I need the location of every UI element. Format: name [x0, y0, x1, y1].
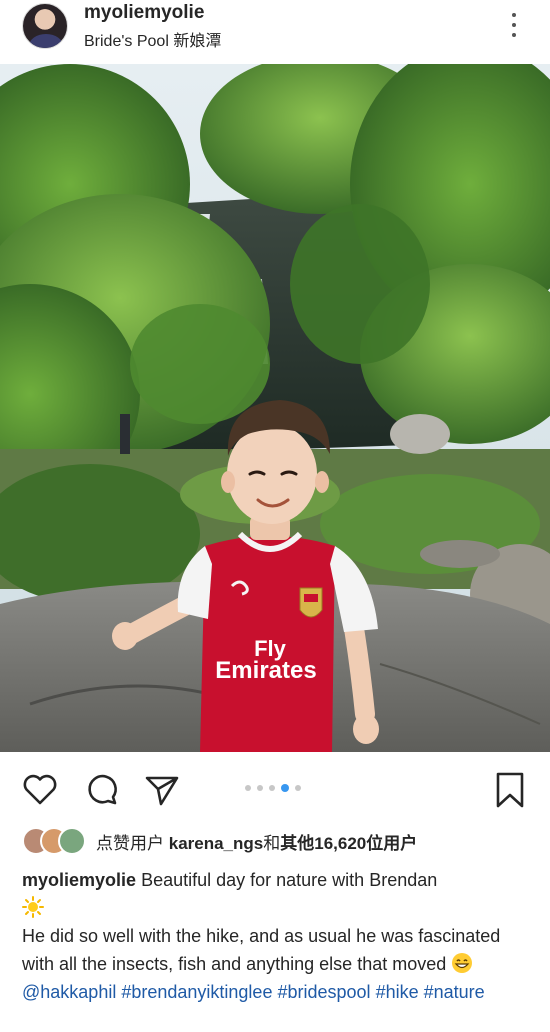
carousel-dot	[269, 785, 275, 791]
likes-others[interactable]: 其他16,620位用户	[280, 834, 417, 853]
caption-text-line2: He did so well with the hike, and as usu…	[22, 926, 501, 974]
carousel-dot	[257, 785, 263, 791]
comment-bubble-icon[interactable]	[82, 770, 122, 810]
likes-prefix: 点赞用户	[96, 833, 169, 853]
heart-icon[interactable]	[20, 770, 60, 810]
carousel-dot-active	[281, 784, 289, 792]
post-location[interactable]: Bride's Pool 新娘潭	[84, 27, 221, 51]
carousel-dot	[245, 785, 251, 791]
avatar[interactable]	[22, 3, 68, 49]
post-username[interactable]: myoliemyolie	[84, 2, 204, 24]
carousel-dot	[295, 785, 301, 791]
likes-row[interactable]: 点赞用户 karena_ngs和其他16,620位用户	[22, 826, 417, 856]
caption-text-line1: Beautiful day for nature with Brendan	[141, 870, 438, 890]
post-photo[interactable]: Fly Emirates	[0, 64, 550, 752]
likes-middle: 和	[263, 833, 281, 853]
caption-username[interactable]: myoliemyolie	[22, 870, 136, 890]
caption-hashtag[interactable]: #brendanyiktinglee	[121, 982, 272, 1002]
post-caption: myoliemyolie Beautiful day for nature wi…	[22, 866, 532, 1006]
sun-emoji-icon	[22, 896, 44, 918]
grinning-emoji-icon	[452, 953, 473, 973]
carousel-indicator	[245, 784, 301, 792]
caption-hashtag[interactable]: #hike	[376, 982, 419, 1002]
caption-hashtag[interactable]: #nature	[424, 982, 485, 1002]
post-action-bar	[0, 752, 550, 824]
post-header: myoliemyolie Bride's Pool 新娘潭	[0, 0, 550, 64]
paper-plane-icon[interactable]	[142, 770, 182, 810]
liker-avatar	[58, 827, 86, 855]
bookmark-icon[interactable]	[490, 770, 530, 810]
caption-hashtag[interactable]: #bridespool	[277, 982, 370, 1002]
liker-username[interactable]: karena_ngs	[169, 834, 264, 853]
jersey-sponsor-line2: Emirates	[215, 657, 316, 684]
more-options-icon[interactable]	[504, 10, 524, 40]
likes-text: 点赞用户 karena_ngs和其他16,620位用户	[96, 829, 417, 854]
caption-mention[interactable]: @hakkaphil	[22, 982, 116, 1002]
